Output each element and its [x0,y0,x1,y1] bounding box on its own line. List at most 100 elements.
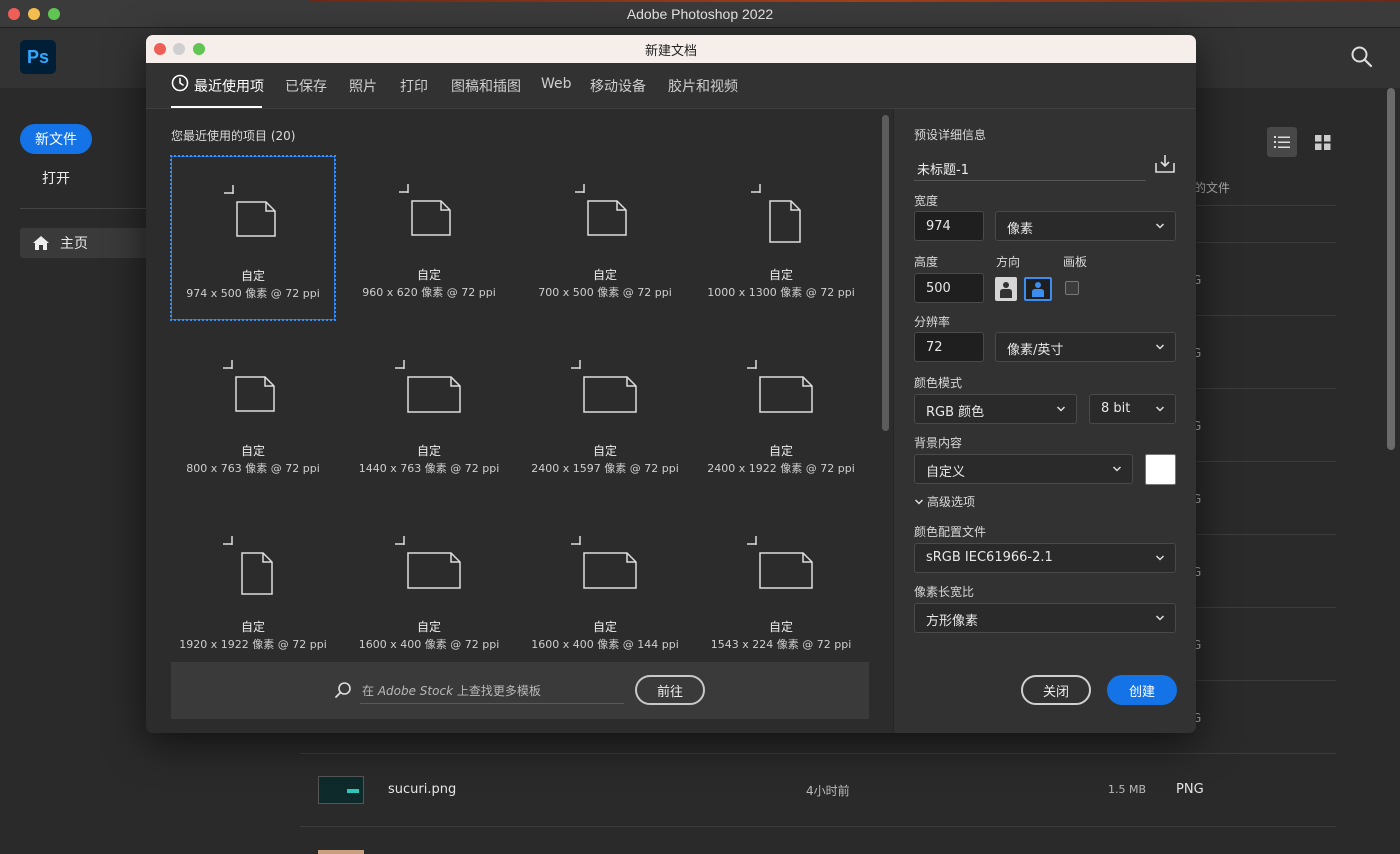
window-titlebar: Adobe Photoshop 2022 [0,0,1400,28]
preset-dimensions: 800 x 763 像素 @ 72 ppi [186,462,320,475]
landscape-orientation-button[interactable] [1024,277,1052,301]
save-preset-icon[interactable] [1154,153,1176,175]
preset-card[interactable]: 自定 974 x 500 像素 @ 72 ppi [170,155,336,321]
tab-recent[interactable]: 最近使用项 [194,76,264,96]
preset-dimensions: 2400 x 1597 像素 @ 72 ppi [531,462,679,475]
bit-depth-select[interactable]: 8 bit [1089,394,1176,424]
preset-dimensions: 2400 x 1922 像素 @ 72 ppi [707,462,855,475]
recent-items-title: 您最近使用的项目 (20) [171,129,296,143]
width-field[interactable]: 974 [914,211,984,241]
preset-card[interactable]: 自定 1440 x 763 像素 @ 72 ppi [347,332,511,496]
home-icon [33,236,49,250]
pixel-aspect-select[interactable]: 方形像素 [914,603,1176,633]
preset-card[interactable]: 自定 2400 x 1597 像素 @ 72 ppi [523,332,687,496]
document-preset-icon [223,360,275,412]
tab-print[interactable]: 打印 [400,76,428,96]
presets-pane: 您最近使用的项目 (20) 自定 974 x 500 像素 @ 72 ppi 自定 9… [146,109,893,733]
list-view-button[interactable] [1267,127,1297,157]
advanced-options-toggle[interactable]: 高级选项 [914,493,975,510]
file-type: PNG [1176,782,1204,797]
preset-card[interactable]: 自定 1920 x 1922 像素 @ 72 ppi [171,508,335,672]
tab-art-illustration[interactable]: 图稿和插图 [451,76,521,96]
tab-mobile[interactable]: 移动设备 [590,76,646,96]
preset-card[interactable]: 自定 1000 x 1300 像素 @ 72 ppi [699,156,863,320]
preset-card[interactable]: 自定 960 x 620 像素 @ 72 ppi [347,156,511,320]
table-row[interactable]: sucuri.png 4小时前 1.5 MB PNG [300,754,1336,826]
create-button[interactable]: 创建 [1107,675,1177,705]
presets-scrollbar[interactable] [882,115,889,431]
color-profile-select[interactable]: sRGB IEC61966-2.1 [914,543,1176,573]
search-icon[interactable] [1350,45,1374,69]
height-label: 高度 [914,255,939,269]
preset-name: 自定 [416,268,441,282]
document-name-field[interactable]: 未标题-1 [914,153,1146,181]
resolution-field[interactable]: 72 [914,332,984,362]
stock-search-input[interactable]: 在 Adobe Stock 上查找更多模板 [360,676,624,704]
preset-name: 自定 [240,269,265,283]
chevron-down-icon [1155,555,1165,561]
tab-web[interactable]: Web [541,76,572,92]
chevron-down-icon [1155,615,1165,621]
color-mode-value: RGB 颜色 [926,405,985,420]
preset-card[interactable]: 自定 2400 x 1922 像素 @ 72 ppi [699,332,863,496]
preset-card[interactable]: 自定 800 x 763 像素 @ 72 ppi [171,332,335,496]
clock-icon [171,74,189,92]
pixel-aspect-label: 像素长宽比 [914,585,975,599]
preset-name: 自定 [768,444,793,458]
preset-card[interactable]: 自定 1600 x 400 像素 @ 144 ppi [523,508,687,672]
go-button[interactable]: 前往 [635,675,705,705]
color-profile-value: sRGB IEC61966-2.1 [926,550,1053,565]
search-icon [335,682,351,698]
preset-card[interactable]: 自定 1543 x 224 像素 @ 72 ppi [699,508,863,672]
preset-details-heading: 预设详细信息 [914,128,987,142]
titlebar-accent [310,0,1400,2]
list-view-icon [1274,136,1290,148]
preset-name: 自定 [592,620,617,634]
chevron-down-icon [1056,406,1066,412]
file-thumbnail [318,850,364,854]
document-preset-icon [224,185,276,237]
width-unit-value: 像素 [1007,222,1034,237]
document-preset-icon [747,360,813,413]
preset-details-pane: 预设详细信息 未标题-1 宽度 974 像素 高度 方向 画板 500 分辨率 … [893,109,1196,733]
tab-film-video[interactable]: 胶片和视频 [668,76,738,96]
height-field[interactable]: 500 [914,273,984,303]
resolution-unit-value: 像素/英寸 [1007,343,1064,358]
document-preset-icon [223,536,273,595]
tab-photo[interactable]: 照片 [349,76,377,96]
document-preset-icon [395,360,461,413]
file-time: 4小时前 [806,784,850,798]
preset-dimensions: 1543 x 224 像素 @ 72 ppi [710,638,852,651]
preset-card[interactable]: 自定 1600 x 400 像素 @ 72 ppi [347,508,511,672]
new-file-button[interactable]: 新文件 [20,124,92,154]
new-document-dialog: 新建文档 最近使用项 已保存 照片 打印 图稿和插图 Web 移动设备 胶片和视… [146,35,1196,733]
row-divider [300,826,1336,827]
person-icon [1000,282,1012,298]
preset-name: 自定 [240,620,265,634]
color-mode-select[interactable]: RGB 颜色 [914,394,1077,424]
chevron-down-icon [1155,406,1165,412]
open-button[interactable]: 打开 [42,168,70,188]
background-contents-value: 自定义 [926,465,966,480]
document-preset-icon [747,536,813,589]
width-unit-select[interactable]: 像素 [995,211,1176,241]
main-scrollbar[interactable] [1387,88,1395,450]
background-color-swatch[interactable] [1145,454,1176,485]
sidebar-item-label: 主页 [60,236,88,252]
tab-saved[interactable]: 已保存 [285,76,327,96]
preset-dimensions: 700 x 500 像素 @ 72 ppi [538,286,672,299]
resolution-unit-select[interactable]: 像素/英寸 [995,332,1176,362]
color-profile-label: 颜色配置文件 [914,525,987,539]
artboard-checkbox[interactable] [1065,281,1079,295]
grid-view-button[interactable] [1308,127,1338,157]
chevron-down-icon [1112,466,1122,472]
document-preset-icon [575,184,627,236]
background-contents-select[interactable]: 自定义 [914,454,1133,484]
bit-depth-value: 8 bit [1101,401,1131,416]
stock-placeholder-suffix: 上查找更多模板 [453,684,541,698]
grid-view-icon [1315,135,1331,150]
portrait-orientation-button[interactable] [995,277,1017,301]
preset-card[interactable]: 自定 700 x 500 像素 @ 72 ppi [523,156,687,320]
close-button[interactable]: 关闭 [1021,675,1091,705]
preset-name: 自定 [768,268,793,282]
